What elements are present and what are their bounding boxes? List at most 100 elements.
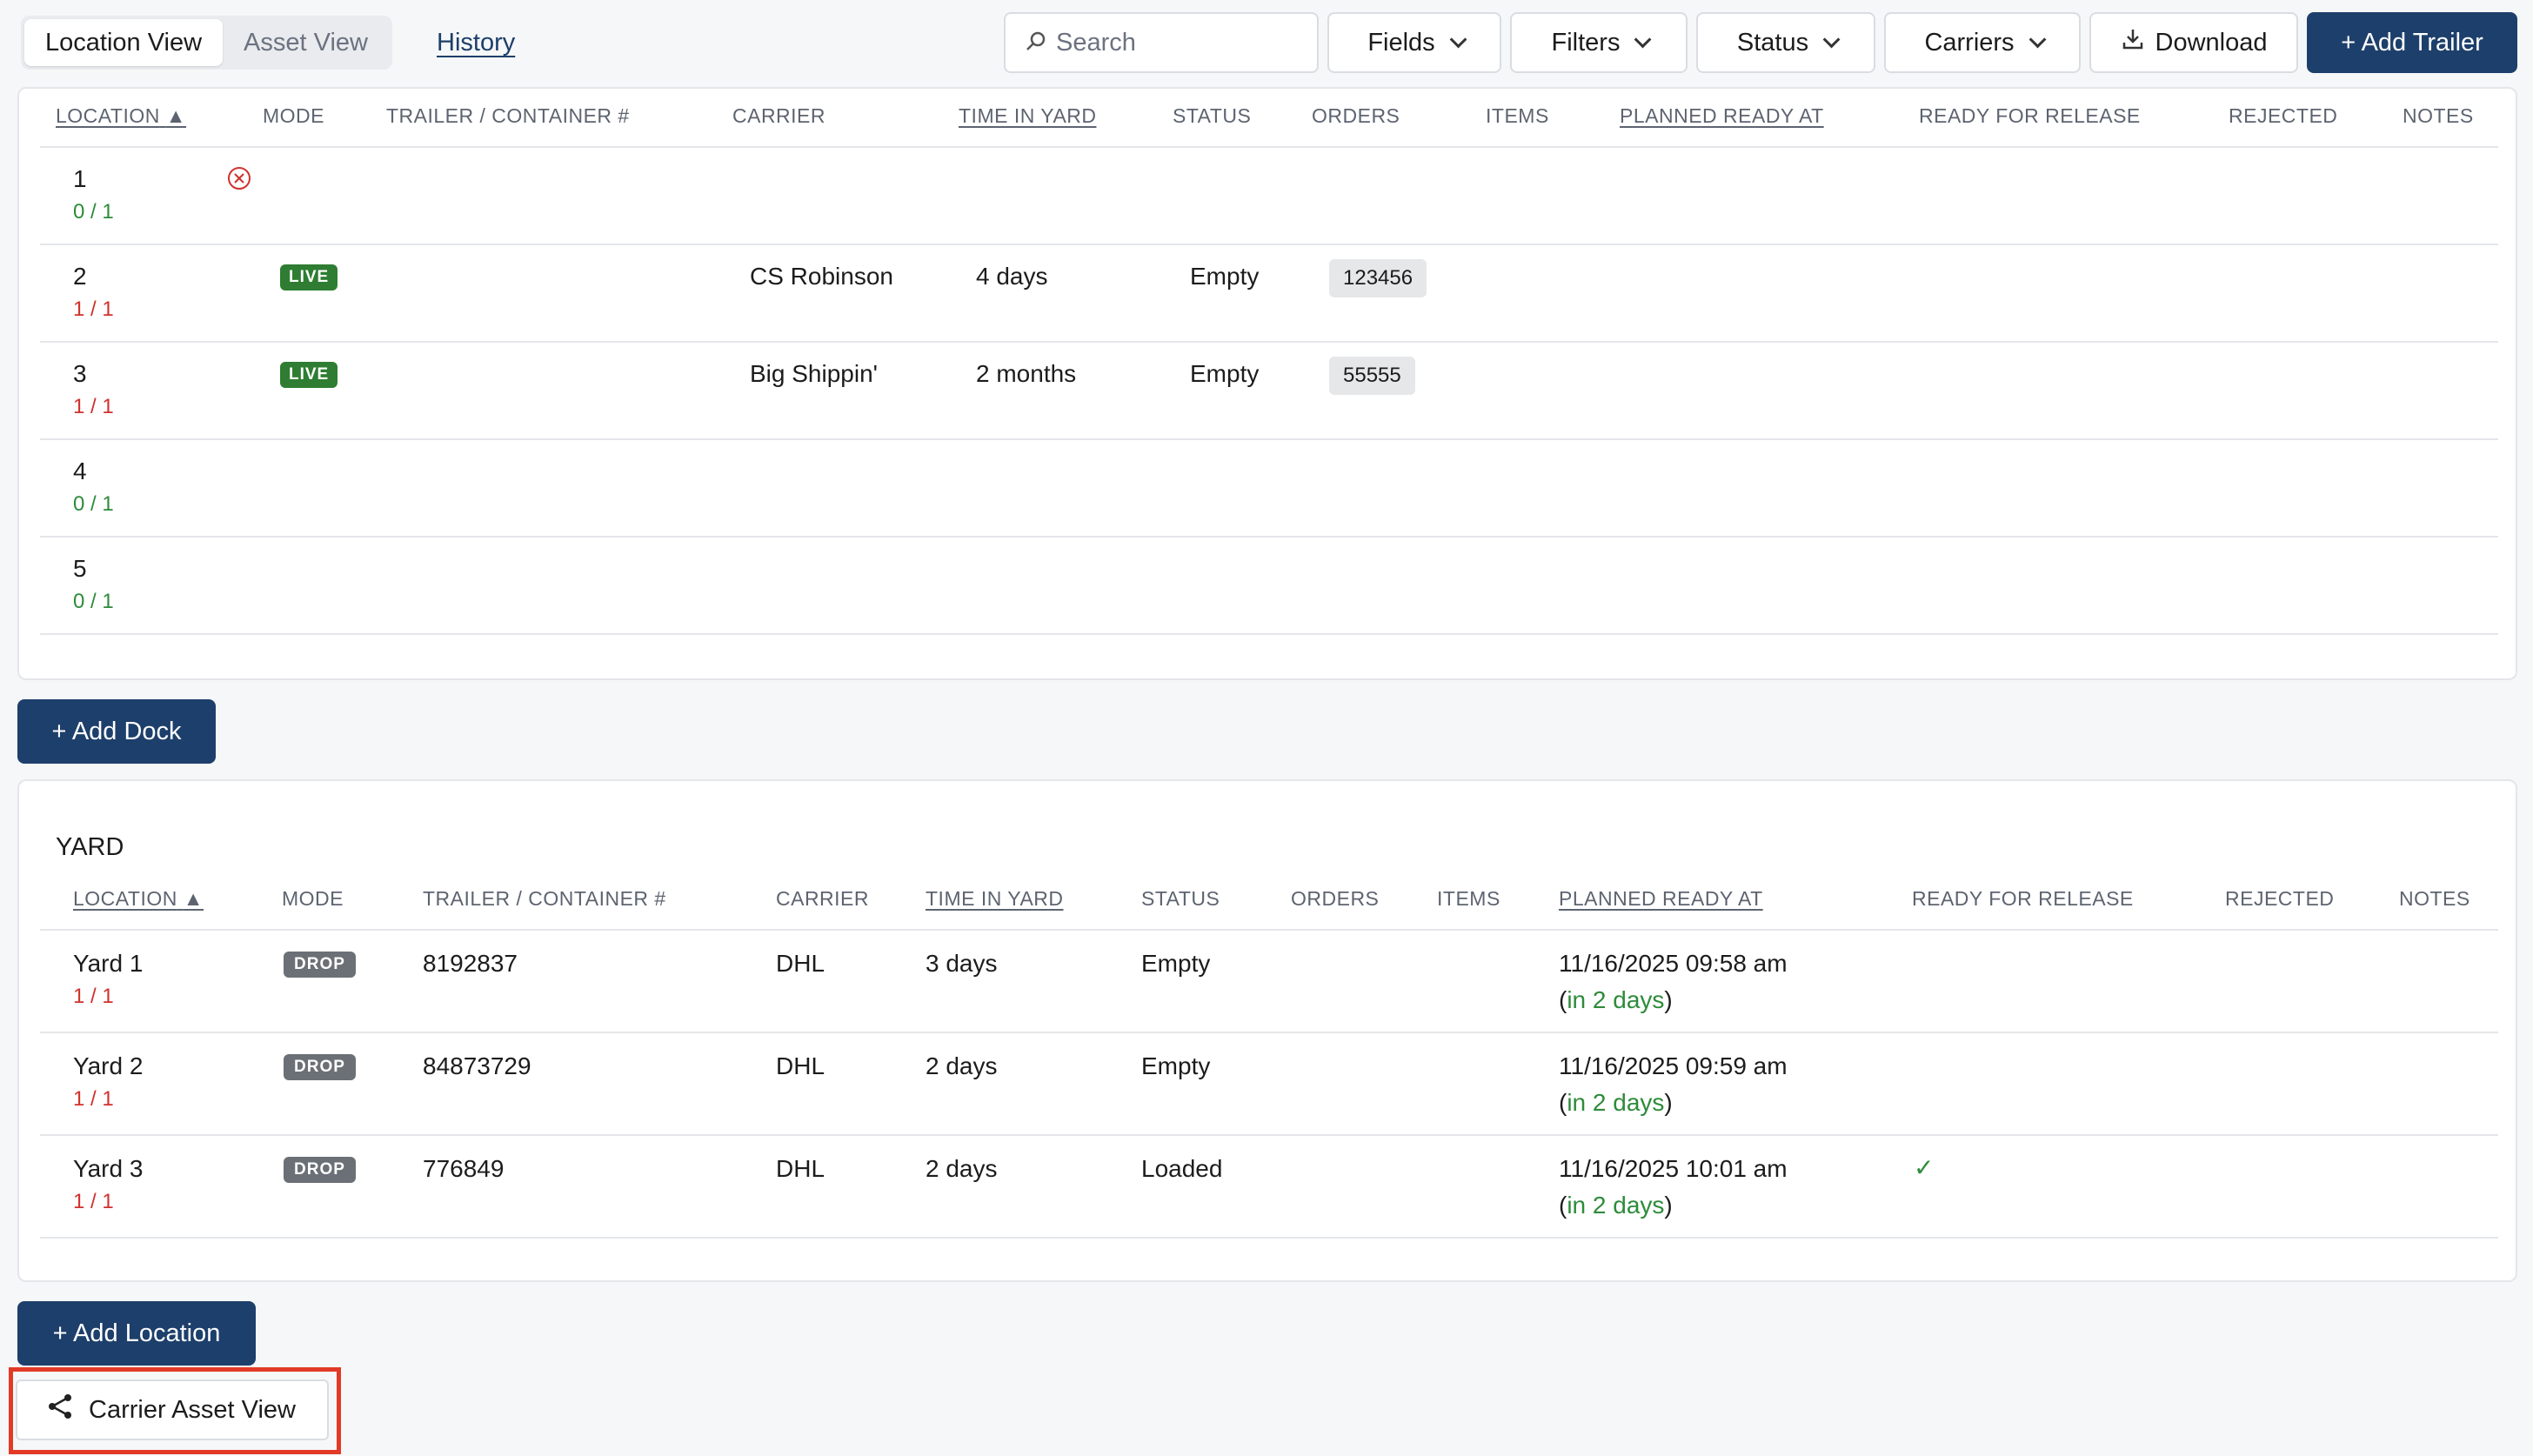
col-rejected: REJECTED <box>2225 887 2335 910</box>
toolbar: Location View Asset View History Fields … <box>0 0 2533 87</box>
row-status: Empty <box>1190 263 1260 290</box>
row-planned-relative: (in 2 days) <box>1559 1192 1673 1219</box>
divider <box>40 244 2498 245</box>
divider <box>40 341 2498 343</box>
carriers-label: Carriers <box>1924 28 2015 57</box>
row-carrier: CS Robinson <box>750 263 893 290</box>
row-location: 3 <box>73 360 87 387</box>
search-icon <box>1025 30 1047 57</box>
divider <box>40 929 2498 931</box>
row-planned-ready-at: 11/16/2025 09:59 am <box>1559 1052 1788 1079</box>
row-occupancy: 0 / 1 <box>73 200 114 224</box>
add-dock-button[interactable]: + Add Dock <box>17 699 216 764</box>
col-notes: NOTES <box>2399 887 2470 910</box>
row-planned-ready-at: 11/16/2025 10:01 am <box>1559 1155 1788 1182</box>
col-items: ITEMS <box>1486 104 1549 127</box>
row-time-in-yard: 4 days <box>976 263 1048 290</box>
history-link[interactable]: History <box>437 29 515 57</box>
order-chip[interactable]: 55555 <box>1329 357 1415 395</box>
row-occupancy: 0 / 1 <box>73 492 114 516</box>
col-ready-for-release: READY FOR RELEASE <box>1912 887 2134 910</box>
col-orders: ORDERS <box>1312 104 1400 127</box>
col-time-in-yard[interactable]: TIME IN YARD <box>959 104 1097 128</box>
download-button[interactable]: Download <box>2089 12 2298 73</box>
row-location: 5 <box>73 555 87 582</box>
col-carrier: CARRIER <box>732 104 826 127</box>
col-mode: MODE <box>282 887 344 910</box>
col-planned-ready-at[interactable]: PLANNED READY AT <box>1620 104 1824 128</box>
col-status: STATUS <box>1173 104 1252 127</box>
row-location: Yard 1 <box>73 950 144 977</box>
check-icon: ✓ <box>1914 1154 1935 1181</box>
order-chip[interactable]: 123456 <box>1329 259 1427 297</box>
row-time-in-yard: 3 days <box>926 950 998 977</box>
download-icon <box>2121 27 2145 58</box>
status-dropdown[interactable]: Status <box>1696 12 1875 73</box>
row-location: 2 <box>73 263 87 290</box>
section-title: YARD <box>56 833 124 861</box>
col-rejected: REJECTED <box>2229 104 2338 127</box>
col-orders: ORDERS <box>1291 887 1380 910</box>
row-status: Empty <box>1141 950 1211 977</box>
tab-asset-view[interactable]: Asset View <box>223 19 389 66</box>
row-time-in-yard: 2 days <box>926 1052 998 1079</box>
row-occupancy: 1 / 1 <box>73 395 114 418</box>
share-icon <box>45 1392 75 1428</box>
chevron-down-icon <box>1634 30 1652 49</box>
divider <box>40 146 2498 148</box>
row-trailer: 776849 <box>423 1155 505 1182</box>
row-carrier: Big Shippin' <box>750 360 878 387</box>
col-location[interactable]: LOCATION ▲ <box>73 887 204 911</box>
row-location: Yard 2 <box>73 1052 144 1079</box>
row-trailer: 84873729 <box>423 1052 531 1079</box>
chevron-down-icon <box>1449 30 1467 49</box>
divider <box>40 438 2498 440</box>
view-toggle: Location View Asset View <box>21 16 392 70</box>
close-circle-icon[interactable] <box>226 165 252 196</box>
search-box[interactable] <box>1004 12 1319 73</box>
row-trailer: 8192837 <box>423 950 518 977</box>
col-mode: MODE <box>263 104 324 127</box>
col-time-in-yard[interactable]: TIME IN YARD <box>926 887 1064 911</box>
divider <box>40 1237 2498 1239</box>
add-trailer-button[interactable]: + Add Trailer <box>2307 12 2517 73</box>
add-dock-label: + Add Dock <box>51 717 182 745</box>
chevron-down-icon <box>2028 30 2046 49</box>
filters-label: Filters <box>1551 28 1621 57</box>
search-input[interactable] <box>1056 28 1300 57</box>
row-time-in-yard: 2 days <box>926 1155 998 1182</box>
divider <box>40 633 2498 635</box>
add-location-button[interactable]: + Add Location <box>17 1301 256 1366</box>
row-carrier: DHL <box>776 1155 825 1182</box>
row-planned-relative: (in 2 days) <box>1559 1089 1673 1116</box>
row-status: Loaded <box>1141 1155 1223 1182</box>
row-occupancy: 0 / 1 <box>73 590 114 613</box>
col-location[interactable]: LOCATION ▲ <box>56 104 186 128</box>
col-items: ITEMS <box>1437 887 1500 910</box>
add-location-label: + Add Location <box>52 1319 221 1347</box>
chevron-down-icon <box>1822 30 1841 49</box>
mode-badge: LIVE <box>280 362 338 388</box>
row-occupancy: 1 / 1 <box>73 1190 114 1213</box>
tab-location-view[interactable]: Location View <box>24 19 224 66</box>
divider <box>40 1032 2498 1033</box>
divider <box>40 1134 2498 1136</box>
sort-up-icon: ▲ <box>165 104 187 127</box>
row-planned-ready-at: 11/16/2025 09:58 am <box>1559 950 1788 977</box>
sort-up-icon: ▲ <box>183 887 204 910</box>
carriers-dropdown[interactable]: Carriers <box>1884 12 2081 73</box>
fields-label: Fields <box>1367 28 1435 57</box>
col-trailer: TRAILER / CONTAINER # <box>423 887 666 910</box>
row-location: Yard 3 <box>73 1155 144 1182</box>
col-planned-ready-at[interactable]: PLANNED READY AT <box>1559 887 1763 911</box>
mode-badge: DROP <box>284 1054 356 1080</box>
filters-dropdown[interactable]: Filters <box>1510 12 1688 73</box>
mode-badge: LIVE <box>280 264 338 291</box>
fields-dropdown[interactable]: Fields <box>1327 12 1501 73</box>
col-notes: NOTES <box>2403 104 2474 127</box>
carrier-asset-view-button[interactable]: Carrier Asset View <box>16 1379 329 1440</box>
row-time-in-yard: 2 months <box>976 360 1077 387</box>
row-carrier: DHL <box>776 950 825 977</box>
col-carrier: CARRIER <box>776 887 870 910</box>
row-carrier: DHL <box>776 1052 825 1079</box>
